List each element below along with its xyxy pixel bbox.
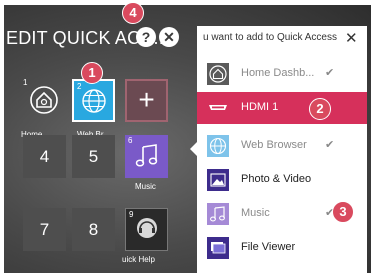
- callout-badge-3: 3: [332, 201, 354, 223]
- add-to-quick-access-panel: u want to add to Quick Access ✕ Home Das…: [197, 26, 367, 273]
- tile-music[interactable]: 6 Music: [125, 135, 168, 191]
- tile-slot-7[interactable]: 7: [23, 208, 66, 251]
- tile-label: Music: [135, 182, 156, 191]
- home-icon: [30, 86, 58, 114]
- item-label: Web Browser: [241, 139, 307, 151]
- photo-icon: [207, 169, 229, 191]
- tile-number: 6: [128, 136, 133, 145]
- frame-right: [371, 0, 375, 278]
- tile-slot-4[interactable]: 4: [23, 135, 66, 178]
- panel-header: u want to add to Quick Access: [203, 32, 337, 43]
- globe-icon: [82, 89, 106, 113]
- headset-icon: [137, 218, 157, 238]
- tile-add[interactable]: +: [125, 79, 168, 122]
- music-note-icon: [207, 203, 229, 225]
- tile-home-dashboard[interactable]: 1 Home ...: [21, 78, 66, 139]
- callout-badge-1: 1: [81, 62, 103, 84]
- hdmi-icon: [209, 105, 227, 110]
- file-viewer-icon: [207, 237, 229, 259]
- list-item-hdmi-1[interactable]: HDMI 1: [197, 92, 367, 124]
- globe-icon: [207, 135, 229, 157]
- list-item-web-browser[interactable]: Web Browser ✔: [197, 130, 367, 162]
- frame-top: [0, 0, 375, 5]
- tile-web-browser[interactable]: 2 Web Br...: [72, 79, 115, 139]
- frame-left: [0, 0, 4, 278]
- home-icon: [207, 63, 229, 85]
- item-label: File Viewer: [241, 241, 296, 253]
- callout-badge-4: 4: [122, 2, 144, 24]
- list-item-home-dashboard[interactable]: Home Dashb... ✔: [197, 58, 367, 90]
- music-note-icon: [135, 144, 158, 167]
- tile-quick-help[interactable]: 9 uick Help: [122, 208, 168, 264]
- tv-screen: EDIT QUICK ACC... ? ✕ 1 Home ... 2 Web B…: [0, 0, 375, 278]
- check-icon: ✔: [325, 67, 335, 79]
- tile-label: uick Help: [122, 255, 155, 264]
- close-edit-button[interactable]: ✕: [159, 27, 179, 47]
- callout-badge-2: 2: [309, 98, 331, 120]
- help-button[interactable]: ?: [136, 27, 156, 47]
- tile-slot-8[interactable]: 8: [72, 208, 115, 251]
- tile-slot-5[interactable]: 5: [72, 135, 115, 178]
- tile-number: 9: [129, 210, 134, 219]
- list-item-file-viewer[interactable]: File Viewer: [197, 232, 367, 264]
- item-label: Music: [241, 207, 270, 219]
- item-label: Photo & Video: [241, 173, 312, 185]
- item-label: Home Dashb...: [241, 67, 315, 79]
- tile-number: 1: [23, 78, 28, 87]
- frame-bottom: [0, 273, 375, 278]
- item-label: HDMI 1: [241, 101, 279, 113]
- check-icon: ✔: [325, 139, 335, 151]
- plus-icon: +: [138, 84, 155, 115]
- list-item-photo-video[interactable]: Photo & Video: [197, 164, 367, 196]
- panel-close-icon[interactable]: ✕: [345, 29, 358, 47]
